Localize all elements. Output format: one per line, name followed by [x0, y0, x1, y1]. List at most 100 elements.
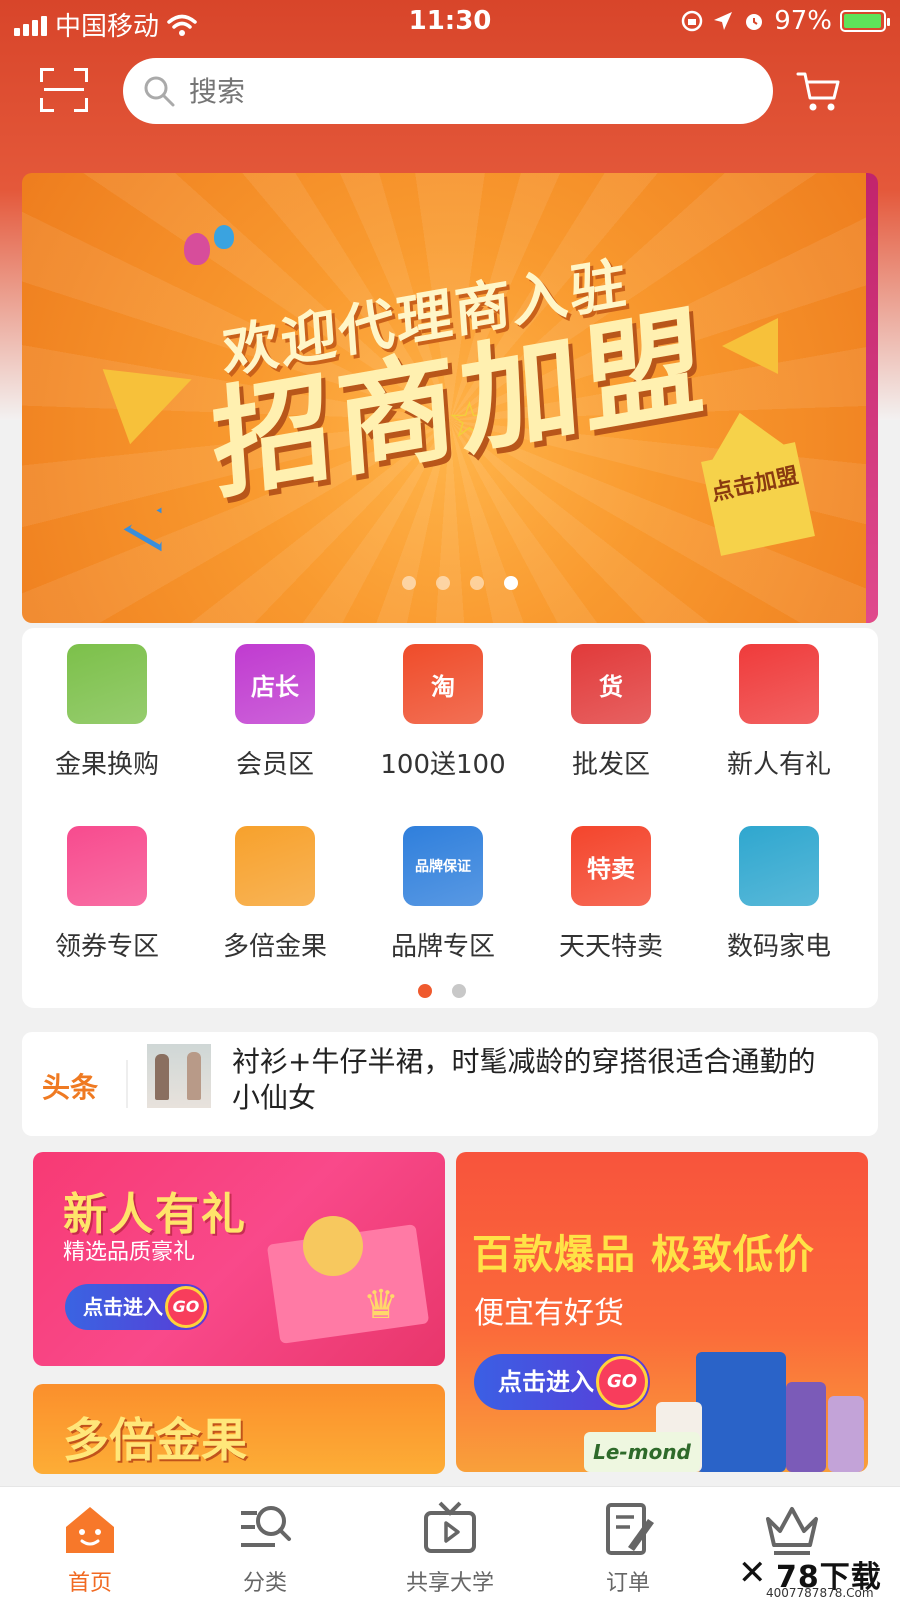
page-dot[interactable]	[418, 984, 432, 998]
category-item[interactable]: 品牌保证 品牌专区	[358, 826, 528, 963]
multi-fruit-icon	[235, 826, 315, 906]
battery-icon	[840, 10, 890, 32]
tab-label: 共享大学	[405, 1571, 494, 1596]
enter-button[interactable]: 点击进入 GO	[65, 1284, 209, 1330]
category-icon-text: 品牌保证	[415, 859, 471, 875]
headline-news[interactable]: 头条 衬衫+牛仔半裙，时髦减龄的穿搭很适合通勤的小仙女	[22, 1032, 878, 1136]
product-image	[786, 1382, 826, 1472]
category-grid: 金果换购 店长 会员区淘 100送100 货批发区 新人有礼 领券专区 多倍金果 品牌保证 品牌专…	[22, 628, 878, 1008]
category-label: 新人有礼	[726, 750, 831, 780]
search-bar[interactable]	[123, 58, 773, 124]
watermark-url: 4007787878.Com	[766, 1586, 874, 1600]
category-icon-text: 店长	[251, 672, 299, 701]
tab-shared-university[interactable]: 共享大学	[360, 1487, 540, 1600]
category-item[interactable]: 货批发区	[526, 644, 696, 781]
headline-text: 衬衫+牛仔半裙，时髦减龄的穿搭很适合通勤的小仙女	[232, 1045, 816, 1114]
watermark-logo-icon: ✕	[738, 1553, 767, 1593]
category-item[interactable]: 数码家电	[694, 826, 864, 963]
category-item[interactable]: 多倍金果	[190, 826, 360, 963]
brand-medal-icon: 品牌保证	[403, 826, 483, 906]
rice-cooker-icon	[739, 826, 819, 906]
location-icon	[714, 12, 733, 30]
page-dot[interactable]	[452, 984, 466, 998]
category-label: 领券专区	[54, 932, 159, 962]
search-input[interactable]	[189, 74, 749, 108]
category-icon-text: 淘	[431, 672, 455, 701]
home-icon	[66, 1507, 114, 1553]
tab-home[interactable]: 首页	[0, 1487, 180, 1600]
category-item[interactable]: 金果换购	[22, 644, 192, 781]
daily-sale-icon: 特卖	[571, 826, 651, 906]
crown-icon: ♛	[363, 1282, 399, 1328]
banner-pagination	[402, 576, 518, 590]
product-image	[696, 1352, 786, 1472]
tab-category[interactable]: 分类	[175, 1487, 355, 1600]
taobao-cart-icon: 淘	[403, 644, 483, 724]
enter-button-label: 点击进入	[498, 1368, 594, 1396]
orientation-lock-icon	[681, 10, 703, 32]
category-label: 数码家电	[726, 932, 831, 962]
category-label: 品牌专区	[390, 932, 495, 962]
promo-subtitle: 便宜有好货	[474, 1296, 624, 1331]
category-search-icon	[241, 1506, 291, 1547]
category-icon-text: 货	[599, 672, 623, 701]
news-thumbnail	[147, 1044, 211, 1108]
multi-fruit-promo-card[interactable]: 多倍金果	[33, 1384, 445, 1474]
order-edit-icon	[606, 1503, 654, 1555]
scan-button[interactable]	[40, 68, 88, 112]
category-item[interactable]: 领券专区	[22, 826, 192, 963]
battery-percent: 97%	[774, 6, 832, 36]
headline-tag: 头条	[42, 1071, 99, 1104]
category-label: 多倍金果	[222, 932, 327, 962]
category-icon-text: 特卖	[587, 854, 635, 883]
site-watermark: ✕ 78下载 4007787878.Com	[738, 1553, 898, 1600]
enter-button[interactable]: 点击进入 GO	[474, 1354, 650, 1410]
cart-icon[interactable]	[796, 70, 842, 114]
coupon-icon	[67, 826, 147, 906]
tab-label: 首页	[67, 1571, 112, 1596]
category-item[interactable]: 新人有礼	[694, 644, 864, 781]
banner-dot[interactable]	[436, 576, 450, 590]
balloon-icon	[184, 233, 210, 265]
category-label: 金果换购	[54, 750, 159, 780]
product-image	[828, 1396, 864, 1472]
search-icon	[144, 76, 175, 107]
status-bar: 中国移动 11:30 97%	[0, 0, 900, 46]
category-label: 天天特卖	[558, 932, 663, 962]
go-badge: GO	[596, 1356, 648, 1408]
new-user-promo-card[interactable]: ♛ 新人有礼 精选品质豪礼 点击进入 GO	[33, 1152, 445, 1366]
banner-dot[interactable]	[402, 576, 416, 590]
decorative-triangle	[722, 318, 778, 374]
banner-dot[interactable]	[470, 576, 484, 590]
category-item[interactable]: 店长 会员区	[190, 644, 360, 781]
gift-bow-icon	[303, 1216, 363, 1276]
crown-icon	[766, 1507, 818, 1555]
category-label: 会员区	[235, 750, 314, 780]
promo-subtitle: 精选品质豪礼	[63, 1240, 196, 1265]
scan-icon	[44, 88, 84, 91]
balloon-icon	[214, 225, 234, 249]
store-manager-icon: 店长	[235, 644, 315, 724]
tv-play-icon	[424, 1501, 476, 1553]
promo-title: 多倍金果	[63, 1413, 247, 1467]
category-item[interactable]: 特卖 天天特卖	[526, 826, 696, 963]
category-label: 100送100	[380, 750, 506, 780]
category-pagination	[418, 984, 466, 998]
next-slide-peek	[866, 173, 878, 623]
promo-title: 新人有礼	[63, 1189, 247, 1240]
product-box: Le-mond	[584, 1432, 700, 1472]
promo-title: 百款爆品 极致低价	[472, 1232, 815, 1278]
hot-items-promo-card[interactable]: 百款爆品 极致低价 便宜有好货 点击进入 GO Le-mond	[456, 1152, 868, 1472]
tab-label: 订单	[605, 1571, 650, 1596]
enter-button-label: 点击进入	[83, 1295, 163, 1319]
banner-dot[interactable]	[504, 576, 518, 590]
battery-level	[844, 14, 881, 28]
promo-banner[interactable]: ☆ 欢迎代理商入驻 招商加盟 点击加盟	[22, 173, 878, 623]
go-badge: GO	[165, 1286, 207, 1328]
category-item[interactable]: 淘 100送100	[358, 644, 528, 781]
gift-box-icon	[739, 644, 819, 724]
join-tag[interactable]: 点击加盟	[701, 442, 815, 556]
tab-orders[interactable]: 订单	[538, 1487, 718, 1600]
category-label: 批发区	[571, 750, 650, 780]
alarm-icon	[746, 14, 763, 30]
